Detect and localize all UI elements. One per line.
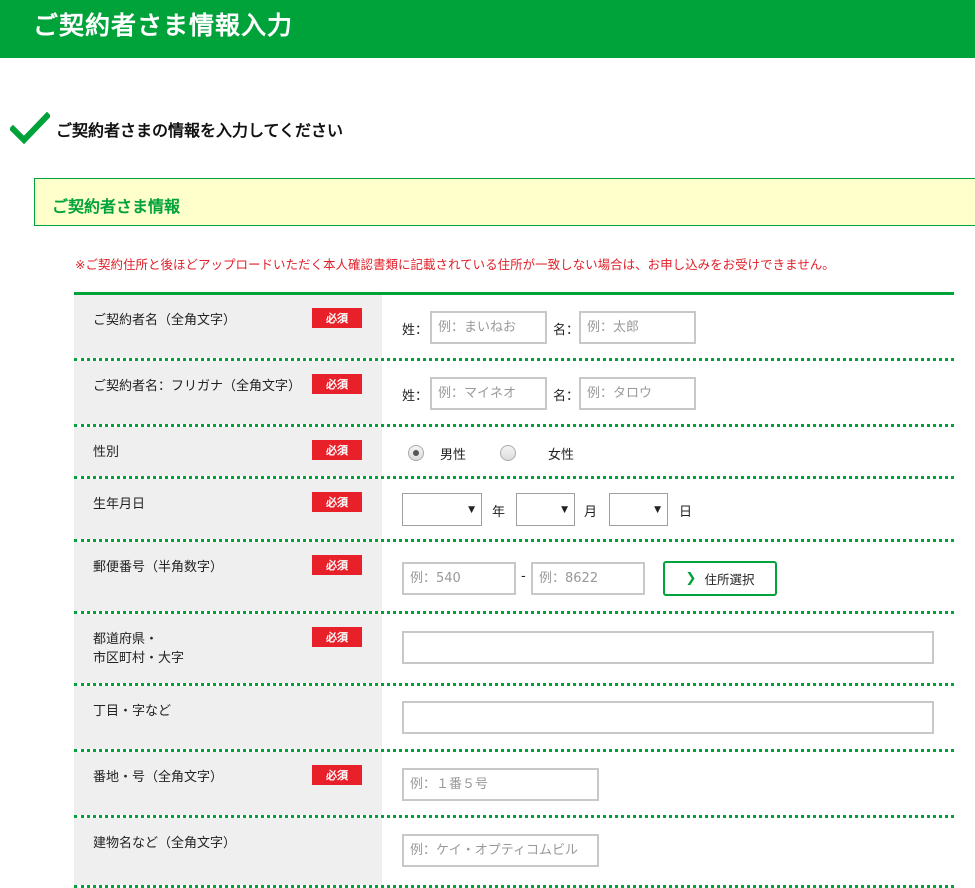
address-select-label: 住所選択 (704, 572, 755, 587)
first-kana-input[interactable] (579, 377, 696, 410)
row-field: 姓： 名： (382, 361, 954, 424)
banchi-input[interactable] (402, 768, 599, 801)
last-kana-label: 姓： (402, 389, 429, 404)
gender-male-radio[interactable] (408, 445, 424, 461)
row-field: 姓： 名： (382, 295, 954, 358)
row-birthday: 生年月日 必須 ▼ 年 ▼ 月 ▼ 日 (74, 479, 954, 542)
required-badge: 必須 (312, 765, 362, 785)
row-banchi: 番地・号（全角文字） 必須 (74, 752, 954, 818)
year-unit: 年 (492, 505, 506, 520)
building-input[interactable] (402, 834, 599, 867)
chevron-right-icon: ❯ (685, 571, 697, 586)
checkmark-icon (10, 112, 50, 145)
row-field: - ❯ 住所選択 (382, 542, 954, 611)
row-field (382, 818, 954, 885)
gender-female-radio[interactable] (500, 445, 516, 461)
dropdown-arrow-icon: ▼ (468, 505, 475, 515)
last-name-input[interactable] (430, 311, 547, 344)
required-badge: 必須 (312, 374, 362, 394)
dropdown-arrow-icon: ▼ (654, 505, 661, 515)
row-field (382, 614, 954, 683)
row-label: ご契約者名：フリガナ（全角文字） 必須 (74, 361, 382, 424)
birth-year-select[interactable]: ▼ (402, 493, 482, 526)
birth-day-select[interactable]: ▼ (609, 493, 668, 526)
prefecture-label-line1: 都道府県・ (93, 632, 159, 647)
name-label: ご契約者名（全角文字） (93, 313, 237, 328)
kana-label: ご契約者名：フリガナ（全角文字） (93, 379, 302, 394)
page-header: ご契約者さま情報入力 (0, 0, 975, 58)
postal-label: 郵便番号（半角数字） (93, 560, 224, 575)
required-badge: 必須 (312, 555, 362, 575)
row-chome: 丁目・字など (74, 686, 954, 752)
row-postal: 郵便番号（半角数字） 必須 - ❯ 住所選択 (74, 542, 954, 614)
required-badge: 必須 (312, 492, 362, 512)
first-name-input[interactable] (579, 311, 696, 344)
page-title: ご契約者さま情報入力 (33, 11, 294, 40)
gender-label: 性別 (93, 445, 120, 460)
section-header: ご契約者さま情報 (34, 178, 975, 226)
address-notice: ※ご契約住所と後ほどアップロードいただく本人確認書類に記載されている住所が一致し… (75, 257, 835, 272)
row-label: 建物名など（全角文字） (74, 818, 382, 885)
dropdown-arrow-icon: ▼ (561, 505, 568, 515)
row-field (382, 752, 954, 815)
row-prefecture: 都道府県・ 市区町村・大字 必須 (74, 614, 954, 686)
row-label: 都道府県・ 市区町村・大字 必須 (74, 614, 382, 683)
last-name-label: 姓： (402, 323, 429, 338)
contractor-form: ご契約者名（全角文字） 必須 姓： 名： ご契約者名：フリガナ（全角文字） 必須… (74, 292, 954, 888)
required-badge: 必須 (312, 440, 362, 460)
building-label: 建物名など（全角文字） (93, 836, 237, 851)
row-field: 男性 女性 (382, 427, 954, 476)
banchi-label: 番地・号（全角文字） (93, 770, 224, 785)
birth-month-select[interactable]: ▼ (516, 493, 575, 526)
required-badge: 必須 (312, 627, 362, 647)
gender-female-label[interactable]: 女性 (548, 444, 574, 463)
row-name: ご契約者名（全角文字） 必須 姓： 名： (74, 295, 954, 361)
lead-text: ご契約者さまの情報を入力してください (56, 121, 344, 140)
prefecture-label-line2: 市区町村・大字 (93, 651, 185, 666)
section-title: ご契約者さま情報 (52, 197, 181, 216)
postal-separator: - (521, 569, 526, 584)
row-label: 丁目・字など (74, 686, 382, 749)
chome-label: 丁目・字など (93, 704, 172, 719)
birthday-label: 生年月日 (93, 497, 146, 512)
lead-message: ご契約者さまの情報を入力してください (10, 112, 343, 146)
prefecture-label: 都道府県・ 市区町村・大字 (93, 630, 184, 668)
row-building: 建物名など（全角文字） (74, 818, 954, 888)
chome-input[interactable] (402, 701, 934, 734)
first-kana-label: 名： (553, 389, 580, 404)
postal-first-input[interactable] (402, 562, 516, 595)
row-label: 郵便番号（半角数字） 必須 (74, 542, 382, 611)
first-name-label: 名： (553, 323, 580, 338)
postal-second-input[interactable] (531, 562, 645, 595)
row-kana: ご契約者名：フリガナ（全角文字） 必須 姓： 名： (74, 361, 954, 427)
month-unit: 月 (584, 505, 598, 520)
row-field (382, 686, 954, 749)
prefecture-city-input[interactable] (402, 631, 934, 664)
row-label: 生年月日 必須 (74, 479, 382, 539)
row-label: 性別 必須 (74, 427, 382, 476)
row-gender: 性別 必須 男性 女性 (74, 427, 954, 479)
required-badge: 必須 (312, 308, 362, 328)
row-label: 番地・号（全角文字） 必須 (74, 752, 382, 815)
row-label: ご契約者名（全角文字） 必須 (74, 295, 382, 358)
address-select-button[interactable]: ❯ 住所選択 (663, 561, 777, 596)
last-kana-input[interactable] (430, 377, 547, 410)
gender-male-label[interactable]: 男性 (440, 444, 466, 463)
row-field: ▼ 年 ▼ 月 ▼ 日 (382, 479, 954, 539)
day-unit: 日 (679, 505, 693, 520)
